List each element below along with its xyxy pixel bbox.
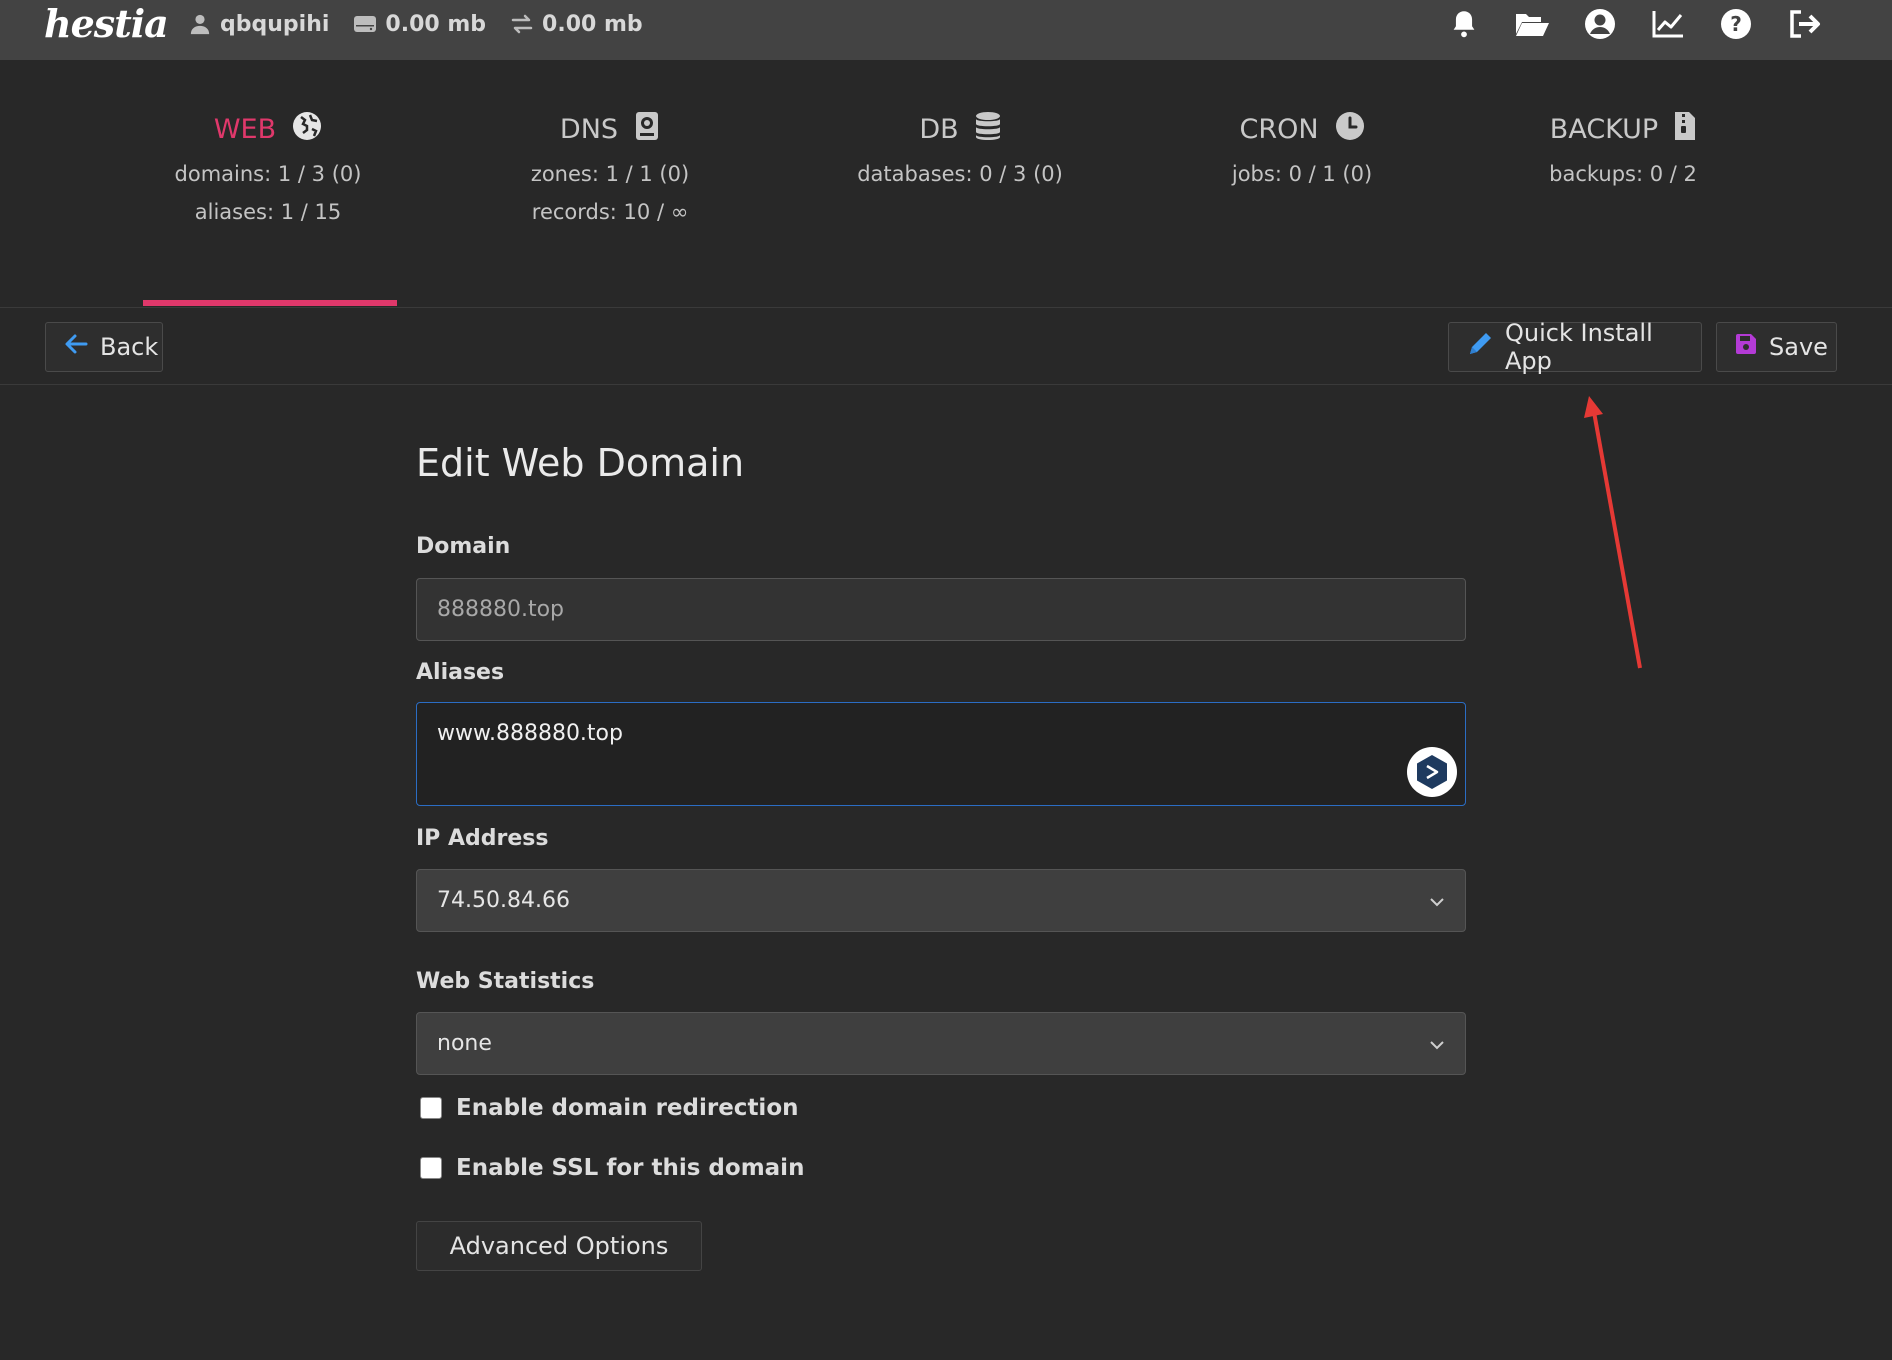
account-circle-icon[interactable] (1582, 6, 1618, 42)
folder-open-icon[interactable] (1514, 6, 1550, 42)
extension-badge-icon[interactable] (1407, 747, 1457, 797)
disk-icon (353, 12, 377, 36)
cron-jobs-count: jobs: 0 / 1 (0) (1231, 162, 1373, 186)
aliases-label: Aliases (416, 660, 505, 685)
hestia-logo[interactable]: hestia (44, 0, 169, 60)
web-statistics-select[interactable]: none (416, 1012, 1466, 1075)
domain-value: 888880.top (437, 597, 565, 622)
logout-icon[interactable] (1786, 6, 1822, 42)
tab-web[interactable]: WEB domains: 1 / 3 (0) aliases: 1 / 15 (128, 111, 408, 224)
arrow-left-icon (64, 333, 88, 361)
stats-panel: WEB domains: 1 / 3 (0) aliases: 1 / 15 D… (0, 60, 1892, 308)
address-book-icon (634, 111, 660, 148)
chart-line-icon[interactable] (1650, 6, 1686, 42)
db-databases-count: databases: 0 / 3 (0) (857, 162, 1063, 186)
tab-dns[interactable]: DNS zones: 1 / 1 (0) records: 10 / ∞ (470, 111, 750, 224)
top-icons: ? (1446, 6, 1822, 42)
chevron-down-icon (1429, 1031, 1445, 1056)
ip-address-select[interactable]: 74.50.84.66 (416, 869, 1466, 932)
globe-icon (292, 111, 322, 148)
tab-backup-title: BACKUP (1549, 113, 1659, 145)
domain-field[interactable]: 888880.top (416, 578, 1466, 641)
ip-address-value: 74.50.84.66 (437, 888, 570, 913)
domain-redirection-checkbox[interactable]: Enable domain redirection (420, 1095, 799, 1121)
active-tab-indicator (143, 300, 397, 306)
domain-label: Domain (416, 534, 511, 559)
page-title: Edit Web Domain (416, 441, 745, 485)
back-button[interactable]: Back (45, 322, 163, 372)
chevron-down-icon (1429, 888, 1445, 913)
dns-zones-count: zones: 1 / 1 (0) (530, 162, 690, 186)
web-aliases-count: aliases: 1 / 15 (194, 200, 342, 224)
backup-count: backups: 0 / 2 (1549, 162, 1697, 186)
tab-cron[interactable]: CRON jobs: 0 / 1 (0) (1162, 111, 1442, 186)
clock-icon (1335, 111, 1365, 148)
bell-icon[interactable] (1446, 6, 1482, 42)
file-zip-icon (1674, 111, 1696, 148)
dns-records-count: records: 10 / ∞ (531, 200, 689, 224)
user-icon (188, 12, 212, 36)
tab-cron-title: CRON (1239, 113, 1319, 145)
tab-db-title: DB (919, 113, 959, 145)
web-statistics-label: Web Statistics (416, 969, 595, 994)
tab-backup[interactable]: BACKUP backups: 0 / 2 (1483, 111, 1763, 186)
quick-install-app-label: Quick Install App (1505, 319, 1653, 375)
svg-text:?: ? (1730, 12, 1742, 36)
top-bar: hestia qbqupihi 0.00 mb 0.00 mb ? (0, 0, 1892, 60)
advanced-options-label: Advanced Options (449, 1232, 669, 1260)
disk-usage: 0.00 mb (385, 11, 487, 37)
back-button-label: Back (100, 333, 159, 361)
database-icon (975, 111, 1001, 148)
aliases-textarea[interactable]: www.888880.top (416, 702, 1466, 806)
checkbox-box[interactable] (420, 1097, 442, 1119)
web-domains-count: domains: 1 / 3 (0) (174, 162, 362, 186)
domain-redirection-label: Enable domain redirection (456, 1095, 799, 1121)
tab-db[interactable]: DB databases: 0 / 3 (0) (820, 111, 1100, 186)
tab-dns-title: DNS (559, 113, 619, 145)
transfer-icon (510, 12, 534, 36)
bandwidth-usage: 0.00 mb (542, 11, 643, 37)
tab-web-title: WEB (213, 113, 277, 145)
web-statistics-value: none (437, 1031, 492, 1056)
checkbox-box[interactable] (420, 1157, 442, 1179)
save-button-label: Save (1769, 333, 1828, 361)
ssl-checkbox[interactable]: Enable SSL for this domain (420, 1155, 804, 1181)
save-button[interactable]: Save (1716, 322, 1837, 372)
help-icon[interactable]: ? (1718, 6, 1754, 42)
advanced-options-button[interactable]: Advanced Options (416, 1221, 702, 1271)
toolbar: Back Quick Install App Save (0, 309, 1892, 385)
quick-install-app-button[interactable]: Quick Install App (1448, 319, 1702, 375)
ssl-label: Enable SSL for this domain (456, 1155, 805, 1181)
floppy-disk-icon (1735, 333, 1757, 361)
username[interactable]: qbqupihi (220, 12, 329, 37)
user-info: qbqupihi 0.00 mb 0.00 mb (188, 8, 657, 40)
pencil-icon (1467, 331, 1493, 363)
aliases-value: www.888880.top (437, 721, 623, 746)
ip-address-label: IP Address (416, 826, 549, 851)
